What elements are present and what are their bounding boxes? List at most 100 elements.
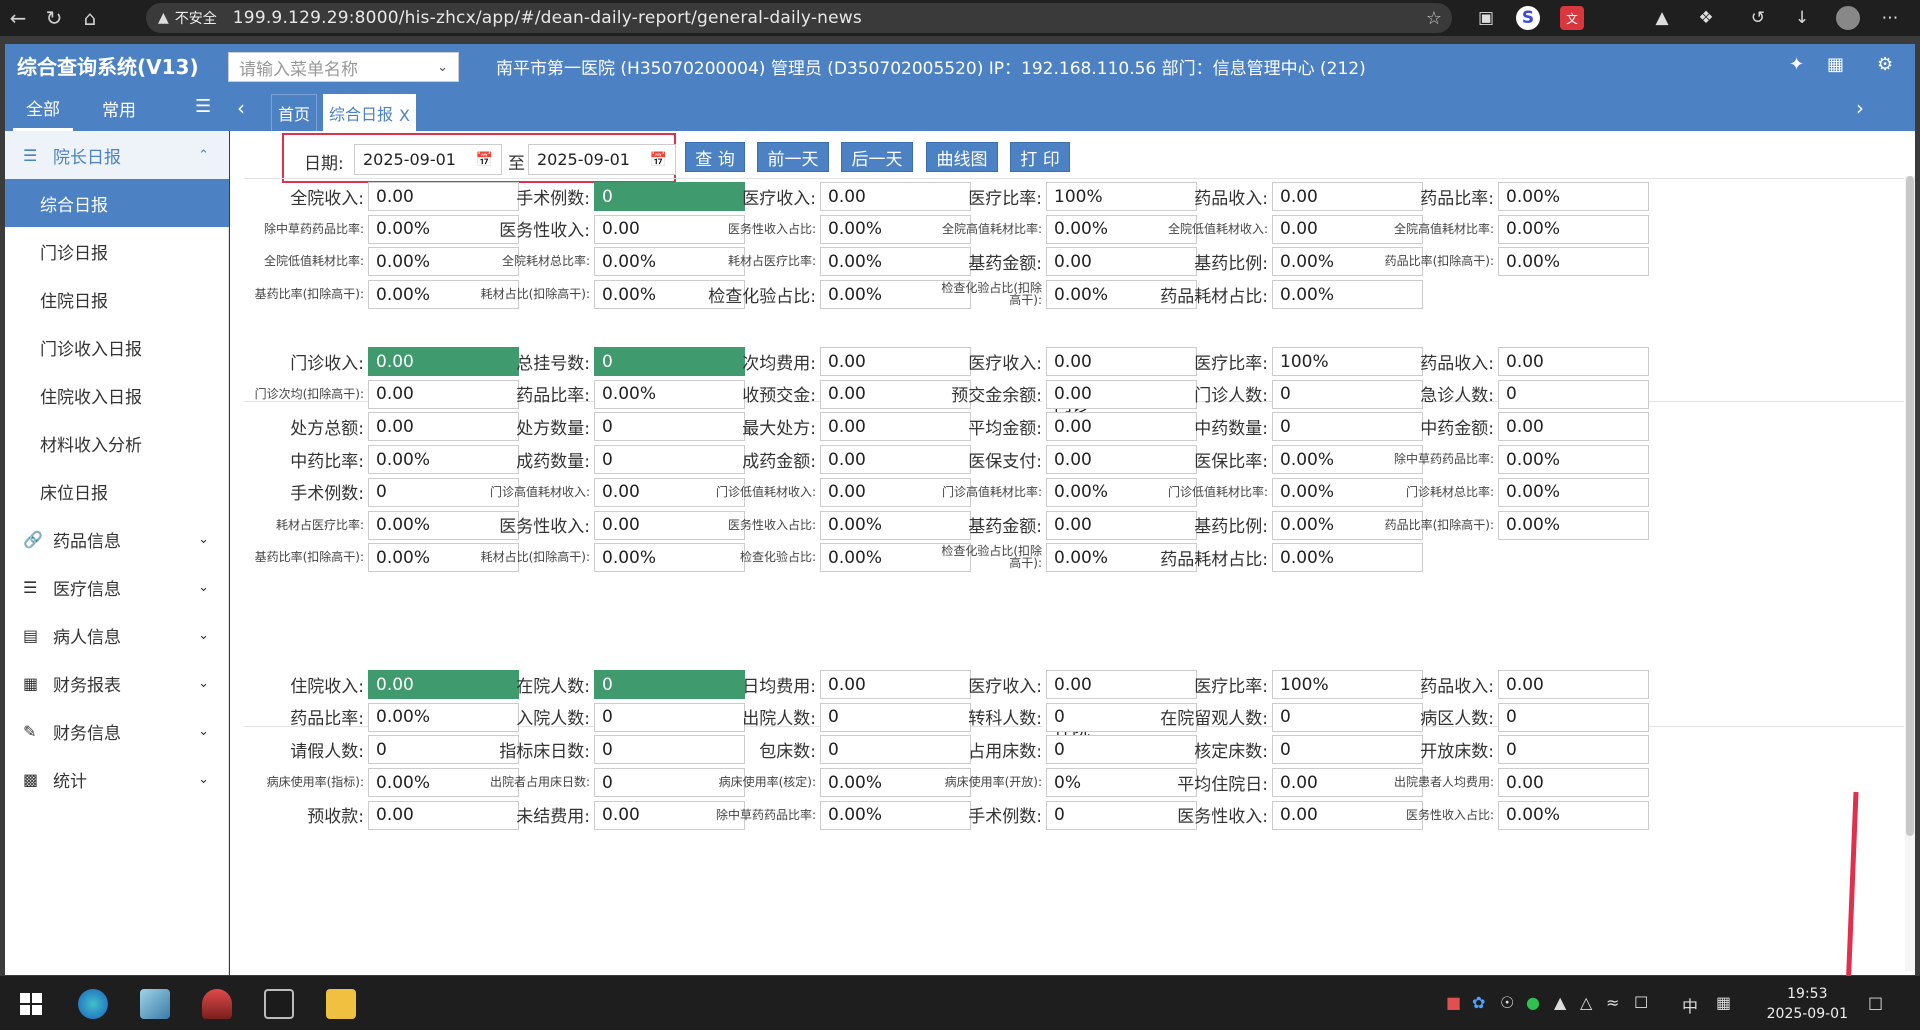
edge-browser-icon[interactable] [78, 989, 108, 1019]
scrollbar-thumb[interactable] [1906, 176, 1914, 836]
sidebar-group-finance-report[interactable]: ▦ 财务报表 ⌄ [5, 659, 229, 707]
download-icon[interactable]: ↓ [1790, 6, 1814, 30]
sidebar-item-inpatient-income-daily[interactable]: 住院收入日报 [5, 371, 229, 419]
chevron-down-icon: ⌄ [198, 579, 209, 595]
extension-mountain-icon[interactable]: ▲ [1650, 6, 1674, 30]
ime-mode-icon[interactable]: ▦ [1716, 993, 1731, 1012]
tab-common[interactable]: 常用 [89, 86, 149, 131]
sidebar-item-inpatient-daily[interactable]: 住院日报 [5, 275, 229, 323]
metric-label: 门诊耗材总比率: [1405, 484, 1494, 499]
back-icon[interactable]: ← [0, 0, 36, 36]
tabs-scroll-left-icon[interactable]: ‹ [237, 96, 245, 120]
metric-value[interactable]: 0.00% [1272, 280, 1423, 310]
extensions-puzzle-icon[interactable]: ❖ [1694, 6, 1718, 30]
extension-translate-icon[interactable]: 文 [1560, 6, 1584, 30]
menu-search-select[interactable]: 请输入菜单名称 ⌄ [228, 52, 459, 82]
sidebar-item-bed-daily[interactable]: 床位日报 [5, 467, 229, 515]
bookmark-star-icon[interactable]: ☆ [1426, 8, 1442, 29]
metric-value[interactable]: 0.00% [1498, 445, 1649, 475]
sidebar-group-dean-daily[interactable]: ☰ 院长日报 ⌃ [5, 131, 229, 179]
metric-value[interactable]: 0 [1498, 702, 1649, 732]
tray-wechat-icon[interactable]: ● [1526, 993, 1540, 1012]
calendar-icon[interactable]: 📅 [650, 152, 667, 168]
tray-volume-muted-icon[interactable]: ☐ [1634, 993, 1648, 1012]
calendar-icon[interactable]: 📅 [476, 152, 493, 168]
user-info: 南平市第一医院 (H35070200004) 管理员 (D35070200552… [496, 59, 1366, 79]
metric-label: 全院低值耗材收入: [1167, 221, 1268, 236]
url-text[interactable]: 199.9.129.29:8000/his-zhcx/app/#/dean-da… [233, 8, 862, 28]
metric-value[interactable]: 0.00 [1498, 768, 1649, 798]
history-icon[interactable]: ↺ [1746, 6, 1770, 30]
sidebar-item-outpatient-income-daily[interactable]: 门诊收入日报 [5, 323, 229, 371]
home-icon[interactable]: ⌂ [72, 0, 108, 36]
query-button[interactable]: 查 询 [685, 142, 745, 172]
browser-toolbar: ← ↻ ⌂ ▲ 不安全 199.9.129.29:8000/his-zhcx/a… [0, 0, 1920, 36]
close-tab-icon[interactable]: X [399, 106, 410, 125]
tab-general-daily-label: 综合日报 [329, 105, 394, 124]
windows-start-icon[interactable] [16, 989, 46, 1019]
screenshot-tool-icon[interactable] [264, 989, 294, 1019]
sidebar-group-statistics[interactable]: ▩ 统计 ⌄ [5, 755, 229, 803]
date-to-input[interactable]: 2025-09-01 📅 [528, 144, 676, 175]
notification-icon[interactable]: □ [1868, 993, 1883, 1012]
prev-day-button[interactable]: 前一天 [757, 142, 829, 172]
metric-value[interactable]: 0.00 [1498, 670, 1649, 699]
sidebar-group-patient-info[interactable]: ▤ 病人信息 ⌄ [5, 611, 229, 659]
tray-flower-icon[interactable]: ✿ [1472, 993, 1485, 1012]
extension-s-icon[interactable]: S [1516, 6, 1540, 30]
date-from-input[interactable]: 2025-09-01 📅 [354, 144, 502, 175]
tray-shield-icon[interactable]: ☉ [1500, 993, 1514, 1012]
tabs-scroll-right-icon[interactable]: › [1856, 96, 1864, 120]
chevron-down-icon[interactable]: ⌄ [437, 60, 448, 75]
metric-value[interactable]: 0 [1498, 735, 1649, 765]
tray-app-icon[interactable]: ■ [1446, 993, 1461, 1012]
taskbar-clock[interactable]: 19:53 2025-09-01 [1767, 984, 1848, 1024]
scrollbar[interactable] [1905, 176, 1915, 971]
tray-qq-icon[interactable]: ▲ [1554, 993, 1566, 1012]
more-menu-icon[interactable]: ⋯ [1878, 6, 1902, 30]
metric-label: 基药比率(扣除高干): [254, 287, 364, 302]
metric-value[interactable]: 0.00 [1498, 347, 1649, 376]
metric-label: 医务性收入: [499, 221, 590, 242]
next-day-button[interactable]: 后一天 [841, 142, 913, 172]
collapse-menu-icon[interactable]: ☰ [195, 96, 211, 117]
tab-all[interactable]: 全部 [13, 86, 73, 131]
skin-icon[interactable]: ✦ [1789, 54, 1804, 75]
profile-avatar[interactable] [1836, 6, 1860, 30]
sidebar-item-material-income[interactable]: 材料收入分析 [5, 419, 229, 467]
chevron-up-icon: ⌃ [198, 147, 209, 163]
reader-icon[interactable]: ▣ [1474, 6, 1498, 30]
address-bar[interactable]: ▲ 不安全 199.9.129.29:8000/his-zhcx/app/#/d… [146, 3, 1452, 33]
metric-label: 平均住院日: [1177, 774, 1268, 795]
divider [244, 178, 1904, 179]
sidebar-item-general-daily[interactable]: 综合日报 [5, 179, 229, 227]
sidebar-group-finance-info[interactable]: ✎ 财务信息 ⌄ [5, 707, 229, 755]
metric-value[interactable]: 0 [1498, 379, 1649, 409]
metric-value[interactable]: 0.00% [1498, 800, 1649, 830]
tab-home[interactable]: 首页 [271, 94, 318, 131]
sidebar-group-drug-info[interactable]: 🔗 药品信息 ⌄ [5, 515, 229, 563]
metric-label: 检查化验占比: [739, 550, 816, 565]
metric-label: 转科人数: [968, 709, 1042, 730]
sidebar-group-medical-info[interactable]: ☰ 医疗信息 ⌄ [5, 563, 229, 611]
fullscreen-icon[interactable]: ▦ [1827, 54, 1844, 75]
metric-value[interactable]: 0.00% [1498, 247, 1649, 277]
metric-value[interactable]: 0.00% [1498, 214, 1649, 244]
curve-chart-button[interactable]: 曲线图 [926, 142, 998, 172]
metric-value[interactable]: 0.00% [1272, 543, 1423, 573]
metric-value[interactable]: 0.00% [1498, 182, 1649, 211]
tray-wifi-icon[interactable]: ≈ [1606, 993, 1619, 1012]
print-button[interactable]: 打 印 [1010, 142, 1070, 172]
metric-value[interactable]: 0.00 [1498, 412, 1649, 442]
settings-gear-icon[interactable]: ⚙ [1877, 54, 1893, 75]
database-app-icon[interactable] [202, 989, 232, 1019]
tab-general-daily[interactable]: 综合日报 X [323, 94, 416, 131]
ime-indicator[interactable]: 中 [1682, 993, 1698, 1017]
file-explorer-icon[interactable] [326, 989, 356, 1019]
notepad-icon[interactable] [140, 989, 170, 1019]
sidebar-item-outpatient-daily[interactable]: 门诊日报 [5, 227, 229, 275]
metric-value[interactable]: 0.00% [1498, 477, 1649, 507]
tray-bluetooth-icon[interactable]: △ [1580, 993, 1592, 1012]
metric-value[interactable]: 0.00% [1498, 510, 1649, 540]
reload-icon[interactable]: ↻ [36, 0, 72, 36]
